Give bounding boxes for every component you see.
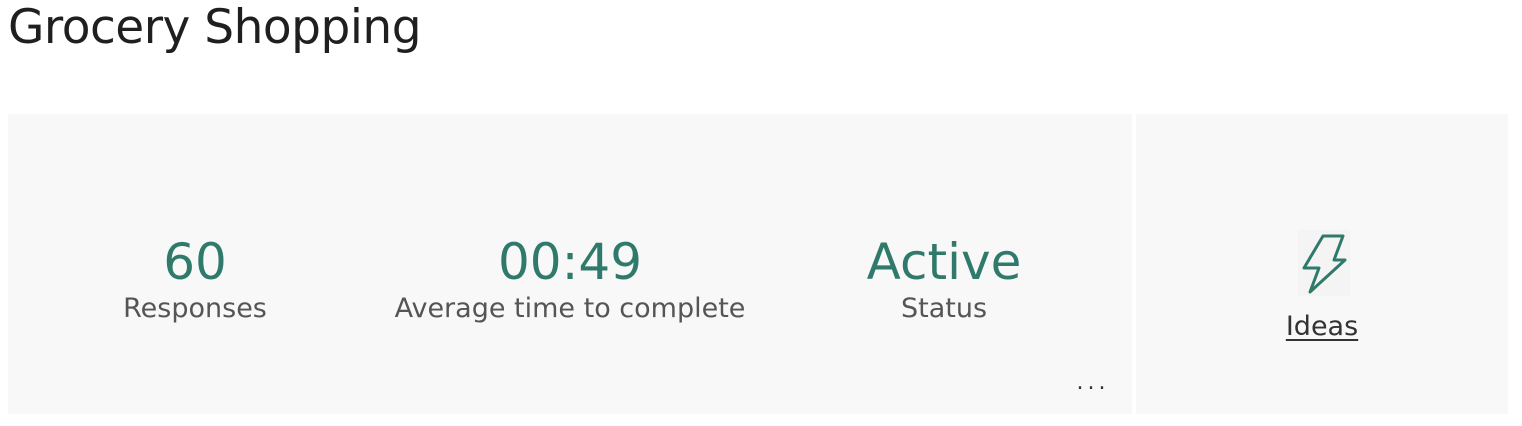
average-time-value: 00:49 <box>497 233 643 291</box>
summary-panel: 60 Responses 00:49 Average time to compl… <box>8 114 1132 414</box>
ideas-link[interactable]: Ideas <box>1286 310 1358 344</box>
average-time-metric: 00:49 Average time to complete <box>395 232 746 326</box>
more-options-button[interactable]: ... <box>1068 364 1118 400</box>
average-time-label: Average time to complete <box>394 293 746 324</box>
ideas-panel[interactable]: Ideas <box>1136 114 1508 414</box>
page-title: Grocery Shopping <box>8 0 422 55</box>
status-label: Status <box>900 293 988 324</box>
responses-metric: 60 Responses <box>123 232 267 326</box>
responses-count: 60 <box>163 233 227 291</box>
lightning-bolt-icon <box>1298 230 1350 296</box>
responses-label: Responses <box>123 293 267 324</box>
status-value: Active <box>866 233 1022 291</box>
status-metric: Active Status <box>867 232 1022 326</box>
